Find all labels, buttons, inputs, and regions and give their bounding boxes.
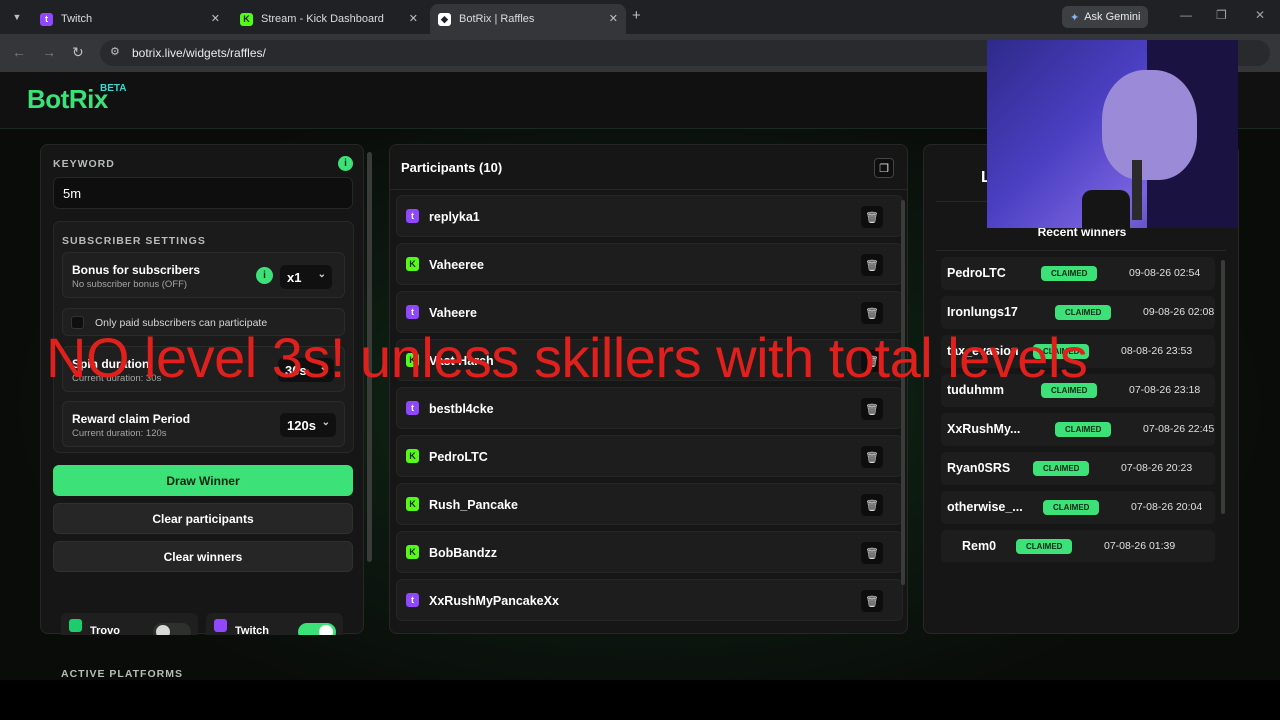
back-icon[interactable]: ← — [12, 44, 26, 60]
tab-twitch[interactable]: t Twitch ✕ — [32, 4, 228, 34]
botrix-icon: ◆ — [438, 12, 451, 26]
winner-row: Rem0 CLAIMED 07-08-26 01:39 — [941, 530, 1215, 562]
winner-name: otherwise_... — [947, 500, 1023, 514]
winner-row: PedroLTC CLAIMED 09-08-26 02:54 — [941, 257, 1215, 290]
participant-name: replyka1 — [429, 210, 480, 224]
kick-icon: K — [240, 12, 253, 26]
active-platforms-label: ACTIVE PLATFORMS — [61, 668, 183, 680]
platform-twitch: Twitch — [206, 613, 343, 635]
tab-search-icon[interactable]: ▼ — [6, 7, 28, 27]
site-info-icon[interactable]: ⚙ — [110, 45, 120, 58]
winner-date: 07-08-26 20:04 — [1131, 501, 1203, 513]
trash-icon[interactable]: 🗑 — [861, 206, 883, 228]
winner-row: otherwise_... CLAIMED 07-08-26 20:04 — [941, 491, 1215, 524]
trovo-toggle[interactable] — [153, 623, 191, 635]
gemini-label: Ask Gemini — [1084, 11, 1141, 23]
winner-date: 07-08-26 20:23 — [1121, 462, 1193, 474]
twitch-icon — [214, 619, 227, 632]
screen: { "browser": { "tabs": [ {"title": "Twit… — [0, 0, 1280, 720]
platform-name: Twitch — [235, 625, 270, 635]
winner-date: 07-08-26 01:39 — [1104, 540, 1176, 552]
twitch-toggle[interactable] — [298, 623, 336, 635]
forward-icon[interactable]: → — [42, 44, 56, 60]
minimize-icon[interactable]: — — [1180, 8, 1192, 22]
winner-name: Ryan0SRS — [947, 461, 1011, 475]
platform-trovo: Trovo — [61, 613, 198, 635]
claimed-badge: CLAIMED — [1055, 305, 1112, 320]
divider — [390, 189, 907, 190]
winners-scrollbar[interactable] — [1221, 260, 1225, 514]
close-icon[interactable]: ✕ — [211, 12, 220, 25]
maximize-icon[interactable]: ❐ — [1216, 8, 1227, 22]
keyword-input[interactable]: 5m — [53, 177, 353, 209]
winner-name: Rem0 — [962, 539, 997, 553]
twitch-icon: t — [406, 209, 419, 223]
browser-tab-bar: ▼ t Twitch ✕ K Stream - Kick Dashboard ✕… — [0, 0, 1280, 34]
botrix-logo[interactable]: BotRix — [27, 84, 108, 115]
winner-name: PedroLTC — [947, 266, 1006, 280]
participant-row: t replyka1 🗑 — [396, 195, 903, 237]
twitch-icon: t — [40, 12, 53, 26]
tab-botrix[interactable]: ◆ BotRix | Raffles ✕ — [430, 4, 626, 34]
winner-name: XxRushMy... — [947, 422, 1021, 436]
tab-title: Twitch — [61, 13, 93, 25]
claimed-badge: CLAIMED — [1041, 266, 1098, 281]
winner-date: 07-08-26 22:45 — [1143, 423, 1215, 435]
subscriber-settings-label: SUBSCRIBER SETTINGS — [62, 235, 206, 247]
twitch-icon: t — [406, 593, 419, 607]
webcam-chair — [1082, 190, 1130, 228]
info-icon[interactable]: i — [338, 156, 353, 171]
keyword-value: 5m — [63, 185, 82, 201]
letterbox-bar — [0, 680, 1280, 720]
claimed-badge: CLAIMED — [1043, 500, 1100, 515]
stream-text-overlay: NO level 3s! unless skillers with total … — [46, 326, 1088, 389]
url-text: botrix.live/widgets/raffles/ — [132, 46, 266, 60]
tab-kick[interactable]: K Stream - Kick Dashboard ✕ — [232, 4, 426, 34]
close-icon[interactable]: ✕ — [609, 12, 618, 25]
claimed-badge: CLAIMED — [1033, 461, 1090, 476]
gemini-icon: ✦ — [1070, 11, 1080, 24]
ask-gemini-button[interactable]: ✦ Ask Gemini — [1062, 6, 1149, 28]
claimed-badge: CLAIMED — [1055, 422, 1112, 437]
copy-icon[interactable]: ❐ — [874, 158, 894, 178]
trovo-icon — [69, 619, 82, 632]
webcam-microphone — [1132, 160, 1142, 220]
winner-row: XxRushMy... CLAIMED 07-08-26 22:45 — [941, 413, 1215, 446]
winner-date: 08-08-26 23:53 — [1121, 345, 1193, 357]
winner-row: Ryan0SRS CLAIMED 07-08-26 20:23 — [941, 452, 1215, 485]
participants-title: Participants (10) — [401, 160, 503, 175]
webcam-person — [1102, 70, 1197, 180]
winner-date: 09-08-26 02:08 — [1143, 306, 1215, 318]
winner-date: 09-08-26 02:54 — [1129, 267, 1201, 279]
participant-row: t XxRushMyPancakeXx 🗑 — [396, 579, 903, 621]
new-tab-button[interactable]: + — [632, 7, 641, 24]
tab-title: Stream - Kick Dashboard — [261, 13, 384, 25]
close-icon[interactable]: ✕ — [409, 12, 418, 25]
claimed-badge: CLAIMED — [1016, 539, 1073, 554]
close-window-icon[interactable]: ✕ — [1255, 8, 1265, 22]
trash-icon[interactable]: 🗑 — [861, 590, 883, 612]
webcam-overlay — [987, 40, 1238, 228]
tab-title: BotRix | Raffles — [459, 13, 535, 25]
participant-name: XxRushMyPancakeXx — [429, 594, 559, 608]
keyword-label: KEYWORD — [53, 158, 115, 170]
beta-badge: BETA — [100, 83, 127, 94]
winner-name: Ironlungs17 — [947, 305, 1018, 319]
reload-icon[interactable]: ↻ — [72, 44, 84, 61]
winner-date: 07-08-26 23:18 — [1129, 384, 1201, 396]
platform-name: Trovo — [90, 625, 120, 635]
